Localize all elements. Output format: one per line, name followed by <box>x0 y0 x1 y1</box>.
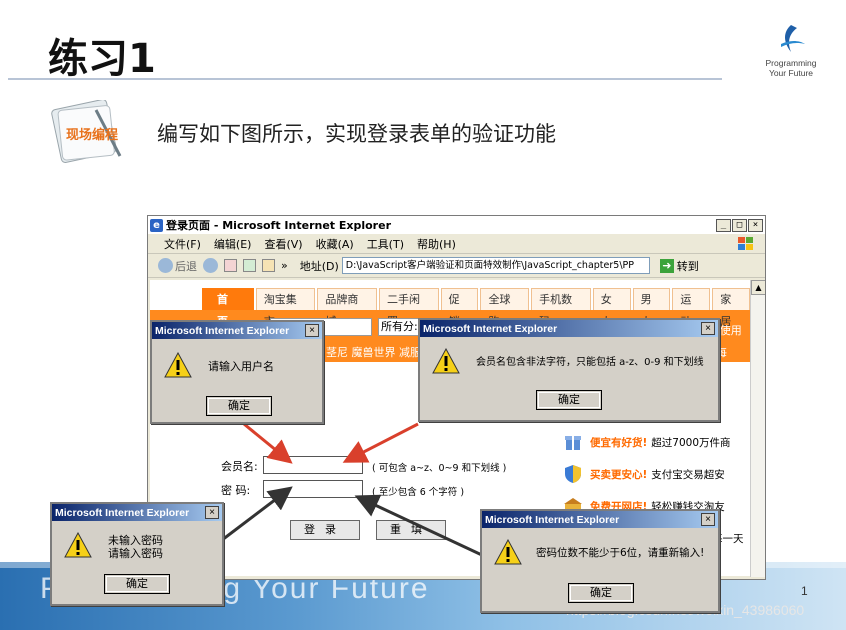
password-label: 密 码: <box>221 484 251 497</box>
tab-women[interactable]: 女人 <box>592 288 631 328</box>
dialog-titlebar: Microsoft Internet Explorer × <box>420 320 718 337</box>
dialog-title: Microsoft Internet Explorer <box>55 506 190 519</box>
back-label: 后退 <box>175 259 197 273</box>
menu-bar: 文件(F) 编辑(E) 查看(V) 收藏(A) 工具(T) 帮助(H) <box>148 234 765 254</box>
dialog-message: 会员名包含非法字符，只能包括 a-z、0-9 和下划线 <box>476 357 704 368</box>
alert-dialog-password-empty: Microsoft Internet Explorer × 未输入密码 请输入密… <box>50 502 224 606</box>
promo-links[interactable]: 茎尼 魔兽世界 减服 <box>326 344 421 360</box>
badge-label: 现场编程 <box>66 128 119 143</box>
menu-edit[interactable]: 编辑(E) <box>214 236 252 252</box>
dialog-close-button[interactable]: × <box>305 324 319 337</box>
address-input[interactable]: D:\JavaScript客户端验证和页面特效制作\JavaScript_cha… <box>341 257 650 274</box>
alert-dialog-password-short: Microsoft Internet Explorer × 密码位数不能少于6位… <box>480 509 720 613</box>
dialog-ok-button[interactable]: 确定 <box>206 396 272 416</box>
dialog-titlebar: Microsoft Internet Explorer × <box>152 322 322 339</box>
dialog-ok-button[interactable]: 确定 <box>536 390 602 410</box>
password-hint: ( 至少包含 6 个字符 ) <box>372 487 465 498</box>
dialog-close-button[interactable]: × <box>701 322 715 335</box>
title-divider <box>8 78 722 80</box>
browser-title: 登录页面 - Microsoft Internet Explorer <box>166 219 391 232</box>
menu-tools[interactable]: 工具(T) <box>367 236 404 252</box>
tab-brand[interactable]: 品牌商城 <box>317 288 378 328</box>
dialog-title: Microsoft Internet Explorer <box>485 513 620 526</box>
page-number: 1 <box>801 584 808 598</box>
refresh-icon[interactable] <box>243 259 256 272</box>
logo-mark-icon <box>781 25 805 52</box>
username-input[interactable] <box>263 456 363 474</box>
instruction-text: 编写如下图所示，实现登录表单的验证功能 <box>157 122 556 146</box>
tab-secondhand[interactable]: 二手闲置 <box>379 288 439 328</box>
alert-dialog-username-empty: Microsoft Internet Explorer × 请输入用户名 确定 <box>150 320 324 424</box>
menu-file[interactable]: 文件(F) <box>164 236 201 252</box>
dialog-close-button[interactable]: × <box>205 506 219 519</box>
warning-icon <box>432 348 460 374</box>
dialog-titlebar: Microsoft Internet Explorer × <box>482 511 718 528</box>
submit-button[interactable]: 登录 <box>290 520 360 540</box>
dialog-message-line2: 请输入密码 <box>108 547 163 560</box>
nav-tabs: 首页 淘宝集市 品牌商城 二手闲置 促销 全球购 手机数码 女人 男人 运动 家… <box>202 288 750 328</box>
vertical-scrollbar[interactable]: ▲ <box>750 280 765 577</box>
tab-men[interactable]: 男人 <box>632 288 671 328</box>
stop-icon[interactable] <box>224 259 237 272</box>
dialog-message: 请输入用户名 <box>208 360 274 373</box>
address-label: 地址(D) <box>299 259 339 273</box>
list-item[interactable]: 买卖更安心! 支付宝交易超安 <box>562 458 750 490</box>
menu-view[interactable]: 查看(V) <box>264 236 302 252</box>
tab-digital[interactable]: 手机数码 <box>531 288 591 328</box>
list-item[interactable]: 便宜有好货! 超过7000万件商 <box>562 426 750 458</box>
ie-logo-icon: e <box>150 218 163 232</box>
dialog-title: Microsoft Internet Explorer <box>155 324 290 337</box>
list-item-title: 买卖更安心! <box>590 468 648 481</box>
warning-icon <box>494 539 522 565</box>
username-hint: ( 可包含 a~z、0~9 和下划线 ) <box>372 463 507 474</box>
logo-text-line2: Your Future <box>768 68 814 78</box>
toolbar: 后退 » 地址(D) D:\JavaScript客户端验证和页面特效制作\Jav… <box>148 254 765 278</box>
back-button[interactable]: 后退 <box>158 258 197 274</box>
logo-text-line1: Programming <box>765 58 817 68</box>
list-item-text: 支付宝交易超安 <box>651 468 725 481</box>
toolbar-more[interactable]: » <box>281 259 288 272</box>
tab-market[interactable]: 淘宝集市 <box>255 288 316 328</box>
company-logo: Programming Your Future <box>760 22 822 78</box>
slide-title: 练习1 <box>48 36 156 82</box>
menu-favorites[interactable]: 收藏(A) <box>316 236 354 252</box>
tab-promo[interactable]: 促销 <box>440 288 479 328</box>
list-item-title: 便宜有好货! <box>590 436 648 449</box>
tab-sports[interactable]: 运动 <box>672 288 711 328</box>
menu-help[interactable]: 帮助(H) <box>417 236 456 252</box>
maximize-button[interactable]: □ <box>732 218 747 232</box>
back-arrow-icon <box>158 258 173 273</box>
username-label: 会员名: <box>221 460 258 473</box>
dialog-title: Microsoft Internet Explorer <box>423 322 558 335</box>
dialog-titlebar: Microsoft Internet Explorer × <box>52 504 222 521</box>
dialog-message-line1: 未输入密码 <box>108 534 163 547</box>
windows-flag-icon <box>738 237 753 250</box>
dialog-ok-button[interactable]: 确定 <box>568 583 634 603</box>
tab-global[interactable]: 全球购 <box>480 288 530 328</box>
list-item-text: 超过7000万件商 <box>651 436 731 449</box>
gift-icon <box>565 436 581 450</box>
go-button[interactable]: ➜ 转到 <box>659 258 699 274</box>
go-arrow-icon: ➜ <box>659 258 674 273</box>
warning-icon <box>64 532 92 558</box>
go-label: 转到 <box>676 259 699 273</box>
scroll-up-icon[interactable]: ▲ <box>751 280 765 295</box>
home-icon[interactable] <box>262 259 275 272</box>
close-button[interactable]: × <box>748 218 763 232</box>
shield-icon <box>565 465 581 483</box>
dialog-message: 密码位数不能少于6位，请重新输入! <box>536 547 705 559</box>
minimize-button[interactable]: _ <box>716 218 731 232</box>
alert-dialog-username-invalid: Microsoft Internet Explorer × 会员名包含非法字符，… <box>418 318 720 422</box>
dialog-ok-button[interactable]: 确定 <box>104 574 170 594</box>
forward-button[interactable] <box>203 258 218 273</box>
password-input[interactable] <box>263 480 363 498</box>
browser-titlebar: e 登录页面 - Microsoft Internet Explorer _ □… <box>148 216 765 234</box>
tab-home-goods[interactable]: 家居 <box>712 288 750 328</box>
reset-button[interactable]: 重填 <box>376 520 446 540</box>
dialog-close-button[interactable]: × <box>701 513 715 526</box>
tab-home[interactable]: 首页 <box>202 288 254 328</box>
warning-icon <box>164 352 192 378</box>
